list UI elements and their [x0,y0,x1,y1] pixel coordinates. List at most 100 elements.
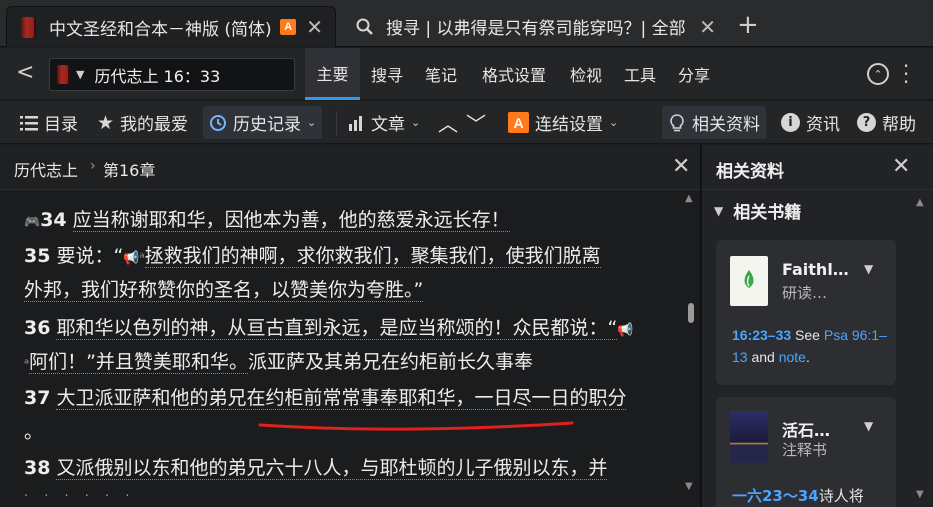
speaker-note-icon[interactable]: 📢ᵃ [123,251,144,266]
book-subtitle: 研读… [782,284,828,302]
reference-input[interactable]: 历代志上 16：33 [94,63,220,87]
reference-box[interactable]: ▼ 历代志上 16：33 [49,58,295,91]
scroll-down-icon[interactable]: ▼ [916,489,924,500]
related-button[interactable]: 相关资料 [662,106,766,139]
info-label: 资讯 [806,115,840,135]
bible-text[interactable]: · · · · · · · · · · · · · · · · · · · · … [0,191,682,507]
chevron-down-icon[interactable]: ▼ [76,68,84,81]
clipped-line: · · · · · · · · · · · · · · · · · · · · … [24,191,460,192]
menu-tools[interactable]: 工具 [617,48,663,100]
verse-36: 36 耶和华以色列的神，从亘古直到永远，是应当称颂的！众民都说：“📢 [24,313,634,340]
verse-number[interactable]: 35 [24,245,50,267]
verse-35-cont: 外邦，我们好称赞你的圣名，以赞美你为夸胜。” [24,275,424,302]
verse-35: 35 要说：“📢ᵃ拯救我们的神啊，求你救我们，聚集我们，使我们脱离 [24,241,601,268]
scroll-thumb[interactable] [688,303,694,323]
tab-label: 中文圣经和合本－神版 (简体) [49,19,272,40]
menu-view[interactable]: 检视 [563,48,609,100]
verse-number[interactable]: 38 [24,457,50,479]
help-label: 帮助 [882,115,916,135]
chevron-down-icon[interactable]: ▼ [864,419,873,433]
excerpt-text: . [805,349,810,365]
auto-link-badge: A [280,19,297,35]
info-button[interactable]: i 资讯 [781,101,840,144]
menu-notes[interactable]: 笔记 [418,48,464,100]
breadcrumb-book[interactable]: 历代志上 [14,157,78,181]
next-button[interactable]: ﹀ [466,101,486,144]
media-icon[interactable]: 🎮 [24,215,40,230]
articles-button[interactable]: 文章 ⌄ [349,101,420,144]
reading-scrollbar[interactable]: ▲ ▼ [682,191,700,507]
book-title: 活石… [782,421,831,440]
breadcrumb: 历代志上 › 第16章 ✕ [0,145,700,190]
verse-37: 37 大卫派亚萨和他的弟兄在约柜前常常事奉耶和华，一日尽一日的职分 [24,383,627,410]
search-icon [354,16,376,38]
reading-panel: 历代志上 › 第16章 ✕ · · · · · · · · · · · · · … [0,145,700,507]
verse-text: 阿们！”并且赞美耶和华。 [29,351,248,374]
bible-book-icon [57,65,70,84]
close-icon[interactable]: ✕ [672,154,690,179]
highlighted-text: 派亚萨及其弟兄在约柜前长久事奉 [247,351,533,373]
menu-share[interactable]: 分享 [671,48,717,100]
panel-title: 相关资料 [716,162,784,182]
tab-label: 搜寻 | 以弗得是只有祭司能穿吗？| 全部 [386,19,686,39]
chevron-up-icon: ︿ [438,112,458,136]
book-card[interactable]: 活石… 注释书 ▼ 一六23〜34诗人将 [716,397,896,507]
verse-34: 🎮34 应当称谢耶和华，因他本为善，他的慈爱永远长存！ [24,205,510,232]
verse-text: 又派俄别以东和他的弟兄六十八人，与耶杜顿的儿子俄别以东，并 [56,457,608,480]
back-icon[interactable]: < [16,60,34,85]
note-link[interactable]: note [779,349,806,365]
lightbulb-icon [668,113,686,133]
articles-label: 文章 [371,115,405,135]
verse-number[interactable]: 34 [40,209,66,231]
verse-text: 拯救我们的神啊，求你救我们，聚集我们，使我们脱离 [144,245,601,268]
scroll-down-icon[interactable]: ▼ [685,481,693,492]
excerpt-text: See [791,327,824,343]
contents-label: 目录 [44,115,78,135]
breadcrumb-chapter[interactable]: 第16章 [103,157,155,181]
reference-link[interactable]: 16:23–33 [732,327,791,343]
verse-number[interactable]: 36 [24,317,50,339]
favorites-button[interactable]: ★ 我的最爱 [97,101,188,144]
previous-button[interactable]: ︿ [438,101,458,144]
menu-search[interactable]: 搜寻 [364,48,410,100]
nav-row: < ▼ 历代志上 16：33 主要 搜寻 笔记 格式设置 检视 工具 分享 ⌃ … [0,48,933,100]
book-card[interactable]: Faithl… 研读… ▼ 16:23–33 See Psa 96:1–13 a… [716,240,896,385]
red-underline-annotation [258,421,574,431]
excerpt-text: and [747,349,779,365]
book-excerpt: 一六23〜34诗人将 [732,485,864,506]
chevron-down-icon: ⌄ [307,116,317,129]
star-icon: ★ [97,111,115,134]
auto-link-badge: A [508,112,529,133]
favorites-label: 我的最爱 [120,115,189,135]
close-icon[interactable]: ✕ [892,154,910,179]
book-cover-living-stone [730,411,768,463]
chevron-down-icon[interactable]: ▼ [864,262,873,276]
link-settings-button[interactable]: A 连结设置 ⌄ [508,101,618,144]
chevron-down-icon: ▼ [714,203,724,218]
section-title: 相关书籍 [733,203,802,223]
history-icon [209,114,227,132]
history-button[interactable]: 历史记录 ⌄ [203,106,323,139]
related-label: 相关资料 [692,115,760,135]
contents-button[interactable]: 目录 [20,101,78,144]
close-icon[interactable]: ✕ [699,15,716,39]
history-label: 历史记录 [233,115,301,135]
collapse-up-icon[interactable]: ⌃ [867,63,889,85]
tab-bible[interactable]: 中文圣经和合本－神版 (简体) A ✕ [6,6,336,47]
new-tab-icon[interactable]: + [737,12,759,38]
related-books-section[interactable]: ▼ 相关书籍 [714,198,801,223]
reference-link[interactable]: 一六23〜34 [732,487,819,505]
scroll-up-icon[interactable]: ▲ [916,197,924,208]
scroll-up-icon[interactable]: ▲ [685,193,693,204]
list-icon [20,115,38,131]
menu-format[interactable]: 格式设置 [472,48,556,100]
verse-number[interactable]: 37 [24,387,50,409]
menu-main[interactable]: 主要 [305,48,360,100]
speaker-note-icon[interactable]: 📢 [617,323,633,338]
tab-search[interactable]: 搜寻 | 以弗得是只有祭司能穿吗？| 全部 ✕ [344,6,728,47]
close-icon[interactable]: ✕ [306,15,323,39]
clipped-line: · · · · · · [24,489,136,504]
help-button[interactable]: ? 帮助 [857,101,916,144]
related-scrollbar[interactable]: ▲ ▼ [916,193,926,507]
more-menu-icon[interactable]: · · · [900,56,912,92]
